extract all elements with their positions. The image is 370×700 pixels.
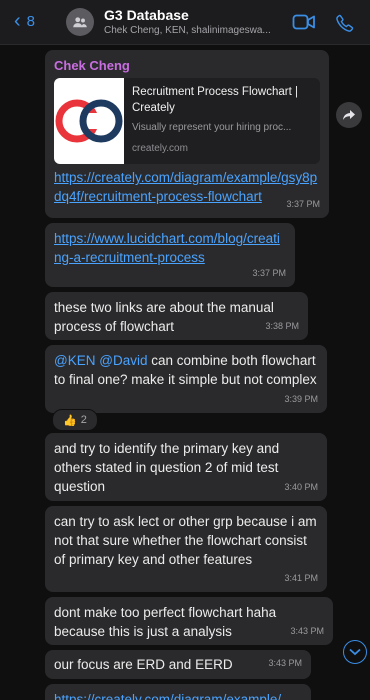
creately-logo-icon	[54, 78, 124, 164]
message-time: 3:43 PM	[290, 626, 324, 636]
preview-description: Visually represent your hiring proc...	[132, 122, 292, 133]
message-bubble[interactable]: @KEN @David can combine both flowchart t…	[45, 345, 327, 413]
message-link[interactable]: https://creately.com/diagram/example/	[54, 690, 302, 700]
share-icon[interactable]	[336, 102, 362, 128]
back-button[interactable]: ‹ 8	[14, 10, 36, 32]
message-time: 3:41 PM	[284, 573, 318, 583]
chat-members[interactable]: Chek Cheng, KEN, shalinimageswa...	[104, 25, 271, 36]
message-text: @KEN @David can combine both flowchart t…	[54, 351, 318, 389]
chevron-left-icon: ‹	[14, 10, 21, 32]
thumbs-up-icon: 👍	[63, 414, 77, 427]
message-time: 3:39 PM	[284, 394, 318, 404]
chat-header: ‹ 8 G3 Database Chek Cheng, KEN, shalini…	[0, 0, 370, 45]
preview-title: Recruitment Process Flowchart | Creately	[132, 86, 298, 114]
reaction-count: 2	[80, 414, 87, 426]
scroll-down-icon[interactable]	[343, 640, 367, 664]
message-bubble[interactable]: our focus are ERD and EERD 3:43 PM	[45, 650, 311, 679]
message-time: 3:40 PM	[284, 482, 318, 492]
message-text: dont make too perfect flowchart haha bec…	[54, 605, 277, 639]
mention-ken[interactable]: @KEN	[54, 353, 95, 368]
message-text: can try to ask lect or other grp because…	[54, 514, 317, 567]
message-text: these two links are about the manual pro…	[54, 300, 274, 334]
unread-count: 8	[26, 12, 36, 30]
mention-david[interactable]: @David	[99, 353, 147, 368]
message-bubble[interactable]: Chek Cheng Recruitment Process Flowchart…	[45, 50, 329, 218]
message-bubble[interactable]: these two links are about the manual pro…	[45, 292, 308, 340]
message-text: and try to identify the primary key and …	[54, 441, 280, 494]
message-bubble[interactable]: https://www.lucidchart.com/blog/creating…	[45, 223, 295, 287]
message-time: 3:37 PM	[286, 199, 320, 209]
reaction-badge[interactable]: 👍 2	[52, 409, 98, 431]
message-time: 3:37 PM	[252, 268, 286, 278]
message-link[interactable]: https://creately.com/diagram/example/gsy…	[54, 168, 320, 206]
video-call-icon[interactable]	[292, 13, 316, 31]
message-time: 3:43 PM	[268, 658, 302, 668]
message-text: our focus are ERD and EERD	[54, 657, 233, 672]
sender-name[interactable]: Chek Cheng	[54, 56, 320, 75]
message-bubble[interactable]: dont make too perfect flowchart haha bec…	[45, 597, 333, 645]
message-list[interactable]: Chek Cheng Recruitment Process Flowchart…	[0, 45, 370, 700]
group-avatar-icon[interactable]	[66, 8, 94, 36]
chat-title[interactable]: G3 Database	[104, 7, 189, 23]
message-link[interactable]: https://www.lucidchart.com/blog/creating…	[54, 229, 286, 267]
preview-domain: creately.com	[132, 143, 188, 154]
link-preview[interactable]: Recruitment Process Flowchart | Creately…	[54, 78, 320, 164]
message-bubble[interactable]: and try to identify the primary key and …	[45, 433, 327, 501]
phone-icon[interactable]	[335, 13, 355, 33]
message-bubble[interactable]: https://creately.com/diagram/example/	[45, 684, 311, 700]
message-time: 3:38 PM	[265, 321, 299, 331]
message-bubble[interactable]: can try to ask lect or other grp because…	[45, 506, 327, 592]
